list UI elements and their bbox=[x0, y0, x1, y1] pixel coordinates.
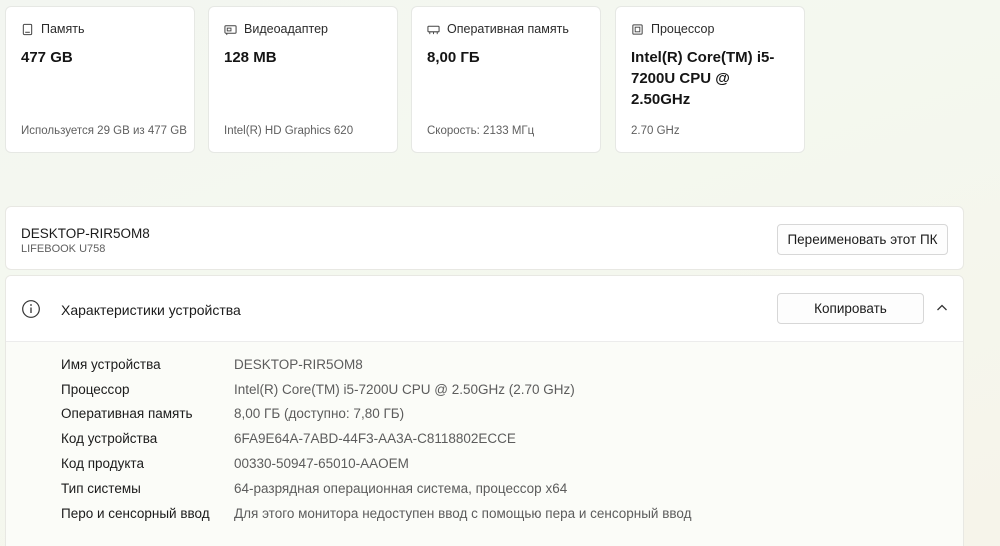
device-name: DESKTOP-RIR5OM8 bbox=[21, 226, 150, 241]
spec-value: Intel(R) Core(TM) i5-7200U CPU @ 2.50GHz… bbox=[234, 381, 575, 397]
device-name-row: DESKTOP-RIR5OM8 LIFEBOOK U758 Переименов… bbox=[5, 206, 964, 270]
card-subtitle: 2.70 GHz bbox=[631, 125, 680, 137]
spec-value: 6FA9E64A-7ABD-44F3-AA3A-C8118802ECCE bbox=[234, 431, 516, 447]
device-specs-panel: Характеристики устройства Копировать Имя… bbox=[5, 275, 964, 546]
info-icon bbox=[22, 300, 40, 318]
ram-icon bbox=[427, 23, 440, 36]
card-title: Память bbox=[41, 22, 85, 36]
spec-label: Процессор bbox=[61, 381, 130, 397]
spec-row: Процессор Intel(R) Core(TM) i5-7200U CPU… bbox=[61, 377, 692, 402]
card-subtitle: Используется 29 GB из 477 GB bbox=[21, 125, 187, 137]
spec-label: Код устройства bbox=[61, 431, 158, 447]
copy-button[interactable]: Копировать bbox=[777, 293, 924, 324]
card-value: 477 GB bbox=[21, 49, 73, 66]
device-specs-header[interactable]: Характеристики устройства Копировать bbox=[6, 276, 963, 342]
card-title: Оперативная память bbox=[447, 22, 569, 36]
spec-row: Код продукта 00330-50947-65010-AAOEM bbox=[61, 451, 692, 476]
spec-label: Код продукта bbox=[61, 456, 144, 472]
card-graphics: Видеоадаптер 128 MB Intel(R) HD Graphics… bbox=[208, 6, 398, 153]
chevron-up-icon[interactable] bbox=[935, 301, 949, 315]
spec-value: DESKTOP-RIR5OM8 bbox=[234, 356, 363, 372]
spec-value: 64-разрядная операционная система, проце… bbox=[234, 480, 568, 496]
card-processor: Процессор Intel(R) Core(TM) i5-7200U CPU… bbox=[615, 6, 805, 153]
card-title: Видеоадаптер bbox=[244, 22, 328, 36]
spec-row: Оперативная память 8,00 ГБ (доступно: 7,… bbox=[61, 402, 692, 427]
spec-label: Оперативная память bbox=[61, 406, 193, 422]
spec-label: Перо и сенсорный ввод bbox=[61, 505, 210, 521]
device-model: LIFEBOOK U758 bbox=[21, 243, 106, 255]
spec-label: Имя устройства bbox=[61, 356, 161, 372]
graphics-icon bbox=[224, 23, 237, 36]
card-value: Intel(R) Core(TM) i5-7200U CPU @ 2.50GHz bbox=[631, 49, 775, 108]
device-specs-table: Имя устройства DESKTOP-RIR5OM8 Процессор… bbox=[61, 352, 692, 526]
card-subtitle: Скорость: 2133 МГц bbox=[427, 125, 535, 137]
card-title: Процессор bbox=[651, 22, 715, 36]
spec-row: Код устройства 6FA9E64A-7ABD-44F3-AA3A-C… bbox=[61, 426, 692, 451]
spec-row: Имя устройства DESKTOP-RIR5OM8 bbox=[61, 352, 692, 377]
spec-row: Тип системы 64-разрядная операционная си… bbox=[61, 476, 692, 501]
rename-pc-button[interactable]: Переименовать этот ПК bbox=[777, 224, 948, 255]
card-subtitle: Intel(R) HD Graphics 620 bbox=[224, 125, 354, 137]
spec-value: 8,00 ГБ (доступно: 7,80 ГБ) bbox=[234, 406, 405, 422]
spec-row: Перо и сенсорный ввод Для этого монитора… bbox=[61, 501, 692, 526]
card-storage: Память 477 GB Используется 29 GB из 477 … bbox=[5, 6, 195, 153]
storage-icon bbox=[21, 23, 34, 36]
spec-value: 00330-50947-65010-AAOEM bbox=[234, 456, 409, 472]
spec-value: Для этого монитора недоступен ввод с пом… bbox=[234, 505, 692, 521]
processor-icon bbox=[631, 23, 644, 36]
device-specs-title: Характеристики устройства bbox=[61, 302, 241, 318]
spec-label: Тип системы bbox=[61, 480, 141, 496]
card-value: 128 MB bbox=[224, 49, 277, 66]
card-value: 8,00 ГБ bbox=[427, 49, 480, 66]
card-ram: Оперативная память 8,00 ГБ Скорость: 213… bbox=[411, 6, 601, 153]
